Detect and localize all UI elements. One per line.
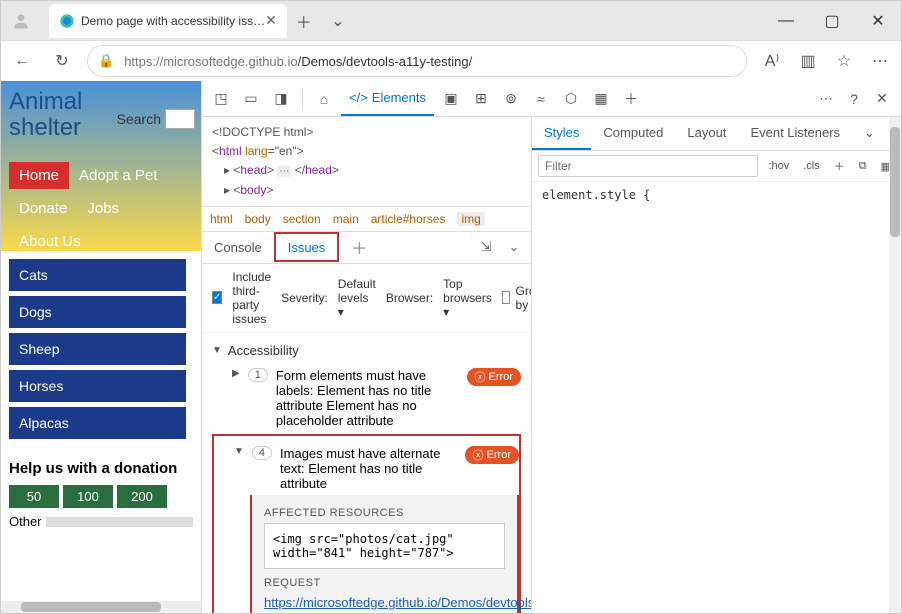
donate-other-label: Other bbox=[9, 514, 42, 529]
read-aloud-button[interactable]: A⁾ bbox=[757, 46, 787, 76]
console-icon[interactable]: ▣ bbox=[438, 86, 464, 112]
hov-toggle[interactable]: :hov bbox=[764, 158, 793, 174]
nav-donate[interactable]: Donate bbox=[9, 195, 77, 222]
nav-adopt[interactable]: Adopt a Pet bbox=[69, 162, 167, 189]
devtools-v-scrollbar[interactable] bbox=[889, 117, 901, 613]
request-title: REQUEST bbox=[264, 577, 531, 589]
sources-icon[interactable]: ⊞ bbox=[468, 86, 494, 112]
menu-button[interactable]: ⋯ bbox=[865, 46, 895, 76]
include-thirdparty-checkbox[interactable]: ✓ bbox=[212, 291, 222, 304]
settings-more-icon[interactable]: ⋯ bbox=[813, 86, 839, 112]
inspect-icon[interactable]: ◳ bbox=[208, 86, 234, 112]
nav-about[interactable]: About Us bbox=[9, 228, 91, 255]
search-label: Search bbox=[117, 111, 161, 127]
styles-tab-events[interactable]: Event Listeners bbox=[738, 117, 852, 150]
donate-50[interactable]: 50 bbox=[9, 485, 59, 508]
drawer-dock-icon[interactable]: ⇲ bbox=[475, 236, 497, 258]
styles-tab-styles[interactable]: Styles bbox=[532, 117, 591, 150]
issue-row-2[interactable]: ▼ 4 Images must have alternate text: Ele… bbox=[214, 440, 519, 497]
animal-dogs[interactable]: Dogs bbox=[9, 296, 186, 328]
close-devtools-icon[interactable]: ✕ bbox=[869, 86, 895, 112]
maximize-button[interactable]: ▢ bbox=[809, 6, 855, 36]
error-badge: ⓧ Error bbox=[465, 446, 519, 464]
copy-icon[interactable]: ⧉ bbox=[855, 158, 871, 175]
browser-dropdown[interactable]: Top browsers ▾ bbox=[443, 277, 492, 319]
drawer-collapse-icon[interactable]: ⌄ bbox=[503, 236, 525, 258]
help-icon[interactable]: ? bbox=[841, 86, 867, 112]
styles-filter-input[interactable] bbox=[538, 155, 758, 177]
favorite-button[interactable]: ☆ bbox=[829, 46, 859, 76]
browser-label: Browser: bbox=[386, 291, 433, 305]
affected-code-1[interactable]: <img src="photos/cat.jpg" width="841" he… bbox=[264, 523, 505, 569]
memory-icon[interactable]: ⬡ bbox=[558, 86, 584, 112]
severity-dropdown[interactable]: Default levels ▾ bbox=[338, 277, 376, 319]
animal-alpacas[interactable]: Alpacas bbox=[9, 407, 186, 439]
drawer-add-tab[interactable]: ＋ bbox=[339, 232, 379, 262]
tab-actions-button[interactable]: ⌄ bbox=[321, 11, 355, 31]
issues-category[interactable]: ▼Accessibility bbox=[212, 339, 521, 362]
more-tabs-icon[interactable]: ＋ bbox=[618, 86, 644, 112]
donate-other-input[interactable] bbox=[46, 517, 193, 527]
cls-toggle[interactable]: .cls bbox=[799, 158, 824, 174]
style-rule[interactable]: element.style { bbox=[532, 182, 901, 208]
drawer-tab-console[interactable]: Console bbox=[202, 232, 274, 262]
styles-tab-computed[interactable]: Computed bbox=[591, 117, 675, 150]
edge-icon bbox=[59, 13, 75, 29]
error-badge: ⓧ Error bbox=[467, 368, 521, 386]
new-tab-button[interactable]: ＋ bbox=[287, 9, 321, 33]
nav-home[interactable]: Home bbox=[9, 162, 69, 189]
search-input[interactable] bbox=[165, 109, 195, 129]
tab-title: Demo page with accessibility iss… bbox=[81, 14, 265, 28]
request-link[interactable]: https://microsoftedge.github.io/Demos/de… bbox=[264, 593, 531, 613]
url-path: /Demos/devtools-a11y-testing/ bbox=[298, 54, 473, 69]
url-host: https://microsoftedge.github.io bbox=[124, 54, 297, 69]
group-checkbox[interactable] bbox=[502, 291, 510, 304]
group-label: Group by kind bbox=[516, 284, 531, 312]
page-h-scrollbar[interactable] bbox=[1, 601, 201, 613]
perf-icon[interactable]: ≈ bbox=[528, 86, 554, 112]
donate-100[interactable]: 100 bbox=[63, 485, 113, 508]
new-style-icon[interactable]: ＋ bbox=[830, 156, 849, 176]
reader-button[interactable]: ▥ bbox=[793, 46, 823, 76]
dom-tree[interactable]: <!DOCTYPE html> <html lang="en"> ▸ <head… bbox=[202, 117, 531, 206]
address-bar-row: ← ↻ 🔒 https://microsoftedge.github.io/De… bbox=[1, 41, 901, 81]
refresh-button[interactable]: ↻ bbox=[47, 46, 77, 76]
donate-200[interactable]: 200 bbox=[117, 485, 167, 508]
close-tab-icon[interactable]: ✕ bbox=[265, 12, 277, 29]
back-button[interactable]: ← bbox=[7, 46, 37, 76]
device-icon[interactable]: ▭ bbox=[238, 86, 264, 112]
page-viewport: Animalshelter Search Home Adopt a Pet Do… bbox=[1, 81, 201, 613]
animal-horses[interactable]: Horses bbox=[9, 370, 186, 402]
panel-icon[interactable]: ◨ bbox=[268, 86, 294, 112]
close-window-button[interactable]: ✕ bbox=[855, 6, 901, 36]
minimize-button[interactable]: — bbox=[763, 6, 809, 36]
devtools-panel: ◳ ▭ ◨ ⌂ </>Elements ▣ ⊞ ⊚ ≈ ⬡ ▦ ＋ ⋯ ? ✕ bbox=[201, 81, 901, 613]
network-icon[interactable]: ⊚ bbox=[498, 86, 524, 112]
welcome-icon[interactable]: ⌂ bbox=[311, 86, 337, 112]
lock-icon: 🔒 bbox=[98, 53, 114, 69]
app-icon[interactable]: ▦ bbox=[588, 86, 614, 112]
tab-elements[interactable]: </>Elements bbox=[341, 82, 434, 116]
styles-tab-layout[interactable]: Layout bbox=[675, 117, 738, 150]
browser-tab[interactable]: Demo page with accessibility iss… ✕ bbox=[49, 4, 287, 38]
animal-sheep[interactable]: Sheep bbox=[9, 333, 186, 365]
issue-row-1[interactable]: ▶ 1 Form elements must have labels: Elem… bbox=[212, 362, 521, 434]
animal-cats[interactable]: Cats bbox=[9, 259, 186, 291]
address-bar[interactable]: 🔒 https://microsoftedge.github.io/Demos/… bbox=[87, 45, 747, 77]
donate-title: Help us with a donation bbox=[9, 460, 193, 477]
severity-label: Severity: bbox=[281, 291, 328, 305]
window-titlebar: Demo page with accessibility iss… ✕ ＋ ⌄ … bbox=[1, 1, 901, 41]
affected-title: AFFECTED RESOURCES bbox=[264, 507, 505, 519]
nav-jobs[interactable]: Jobs bbox=[77, 195, 129, 222]
profile-avatar[interactable] bbox=[1, 1, 41, 41]
drawer-tab-issues[interactable]: Issues bbox=[274, 232, 340, 262]
dom-breadcrumb[interactable]: html body section main article#horses im… bbox=[202, 206, 531, 231]
styles-more-icon[interactable]: ⌄ bbox=[852, 117, 887, 150]
include-thirdparty-label: Include third-party issues bbox=[232, 270, 271, 326]
